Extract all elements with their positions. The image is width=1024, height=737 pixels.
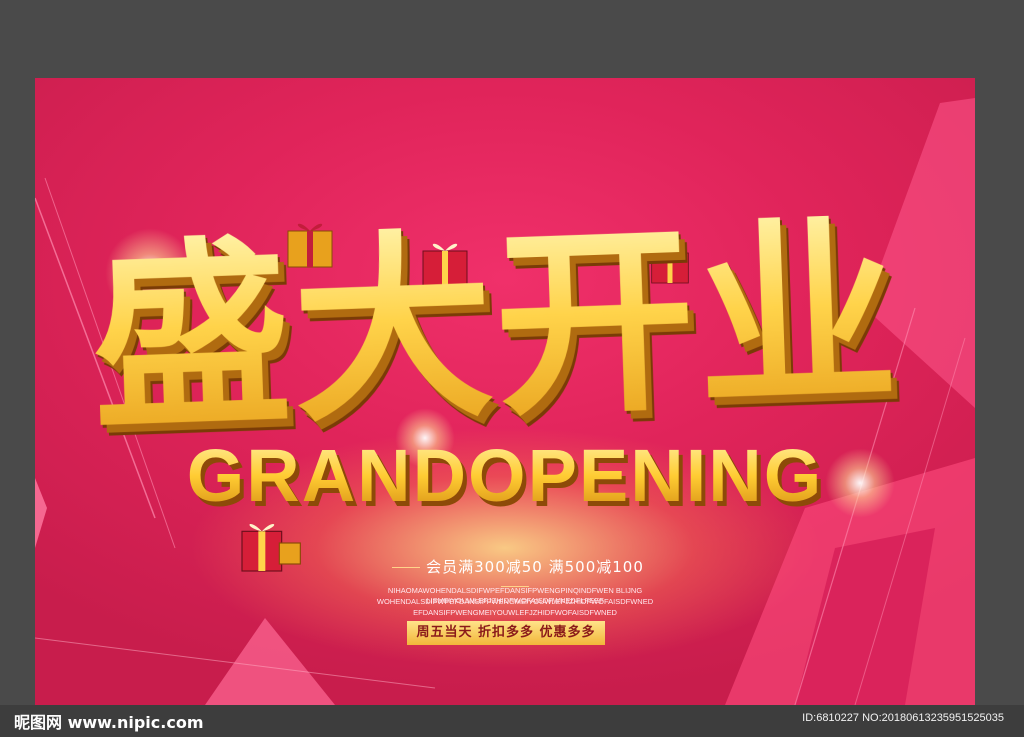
watermark-id: ID:6810227 NO:20180613235951525035 bbox=[802, 712, 1004, 724]
filler-line-2: WOHENDALSDIFWPEFDANSIFPWENGMEIYOUWLEFJZH… bbox=[376, 597, 654, 606]
watermark-logo: 昵图网 www.nipic.com bbox=[14, 713, 204, 732]
triangle-left-edge bbox=[35, 478, 47, 548]
title-english: GRANDOPENING bbox=[120, 436, 890, 516]
promo-ribbon: 周五当天 折扣多多 优惠多多 bbox=[407, 621, 605, 645]
filler-line-3: EFDANSIFPWENGMEIYOUWLEFJZHIDFWOFAISDFWNE… bbox=[413, 608, 617, 617]
poster: 盛大开业 GRANDOPENING 会员满300减50 满500减100 NIH… bbox=[35, 78, 975, 705]
title-chinese: 盛大开业 bbox=[87, 196, 903, 459]
promo-text: 会员满300减50 满500减100 bbox=[426, 558, 644, 576]
gift-box-icon bbox=[241, 523, 301, 572]
promo-dash-left bbox=[392, 567, 421, 568]
